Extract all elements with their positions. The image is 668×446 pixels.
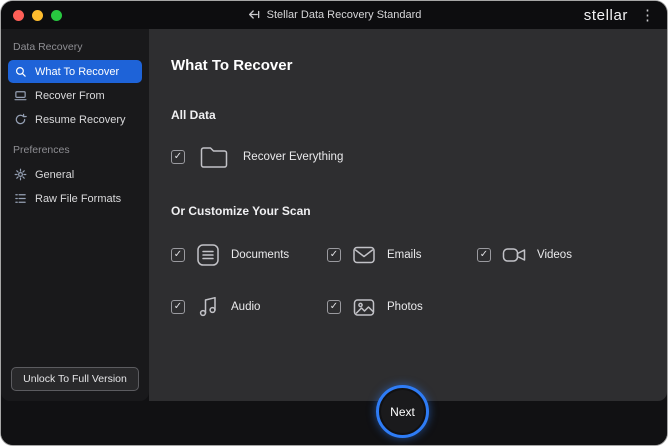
resume-arrow-icon: [15, 113, 27, 125]
file-list-icon: [15, 194, 26, 203]
drive-icon: [14, 91, 27, 101]
app-window: Stellar Data Recovery Standard stellar ⋮…: [1, 1, 667, 445]
title-right-group: stellar ⋮: [584, 1, 655, 29]
stellar-logo: stellar: [583, 6, 628, 24]
sidebar-item-label: Raw File Formats: [35, 192, 122, 205]
kebab-menu-icon[interactable]: ⋮: [640, 8, 655, 23]
audio-checkbox[interactable]: ✓: [171, 300, 185, 314]
sidebar: Data Recovery What To Recover Recover Fr…: [1, 29, 149, 401]
sidebar-item-what-to-recover[interactable]: What To Recover: [8, 60, 142, 83]
minimize-window-button[interactable]: [32, 9, 43, 21]
option-photos: ✓ Photos: [327, 294, 477, 320]
window-title-group: Stellar Data Recovery Standard: [247, 1, 422, 29]
sidebar-item-raw-file-formats[interactable]: Raw File Formats: [8, 187, 142, 210]
option-label: Emails: [387, 249, 422, 261]
title-bar: Stellar Data Recovery Standard stellar ⋮: [1, 1, 667, 29]
option-videos: ✓ Videos: [477, 242, 647, 268]
page-title: What To Recover: [171, 57, 293, 74]
documents-checkbox[interactable]: ✓: [171, 248, 185, 262]
folder-icon: [200, 147, 228, 168]
back-arrow-icon[interactable]: [247, 9, 261, 21]
option-label: Documents: [231, 249, 290, 261]
main-content: What To Recover All Data ✓ Recover Every…: [149, 29, 667, 401]
sidebar-section-data-recovery: Data Recovery: [13, 41, 83, 53]
zoom-window-button[interactable]: [51, 9, 62, 21]
recover-everything-row: ✓ Recover Everything: [171, 144, 667, 170]
photos-icon: [353, 299, 375, 316]
option-documents: ✓ Documents: [171, 242, 327, 268]
video-camera-icon: [502, 248, 526, 262]
sidebar-item-label: Recover From: [35, 89, 105, 102]
option-emails: ✓ Emails: [327, 242, 477, 268]
option-audio: ✓ Audio: [171, 294, 327, 320]
gear-icon: [14, 168, 27, 181]
monitor-search-icon: [15, 66, 26, 77]
music-note-icon: [199, 296, 216, 317]
next-button[interactable]: Next: [376, 385, 429, 438]
recover-everything-checkbox[interactable]: ✓: [171, 150, 185, 164]
sidebar-item-label: General: [35, 168, 75, 181]
traffic-lights: [1, 9, 62, 21]
unlock-full-version-button[interactable]: Unlock To Full Version: [11, 367, 139, 391]
emails-checkbox[interactable]: ✓: [327, 248, 341, 262]
option-label: Audio: [231, 301, 261, 313]
bottom-bar: [1, 401, 667, 445]
videos-checkbox[interactable]: ✓: [477, 248, 491, 262]
documents-icon: [197, 244, 219, 266]
sidebar-item-recover-from[interactable]: Recover From: [8, 84, 142, 107]
sidebar-item-resume-recovery[interactable]: Resume Recovery: [8, 108, 142, 131]
recover-everything-label: Recover Everything: [243, 151, 344, 163]
envelope-icon: [353, 246, 375, 264]
all-data-header: All Data: [171, 108, 216, 122]
scan-options-grid: ✓ Documents ✓ Emails ✓ Videos ✓ Audio ✓ …: [171, 242, 667, 320]
option-label: Photos: [387, 301, 423, 313]
sidebar-section-preferences: Preferences: [13, 144, 70, 156]
option-label: Videos: [537, 249, 572, 261]
close-window-button[interactable]: [13, 9, 24, 21]
photos-checkbox[interactable]: ✓: [327, 300, 341, 314]
window-title: Stellar Data Recovery Standard: [266, 9, 422, 21]
sidebar-item-general[interactable]: General: [8, 163, 142, 186]
sidebar-item-label: What To Recover: [35, 65, 120, 78]
customize-scan-header: Or Customize Your Scan: [171, 204, 311, 218]
sidebar-item-label: Resume Recovery: [35, 113, 126, 126]
